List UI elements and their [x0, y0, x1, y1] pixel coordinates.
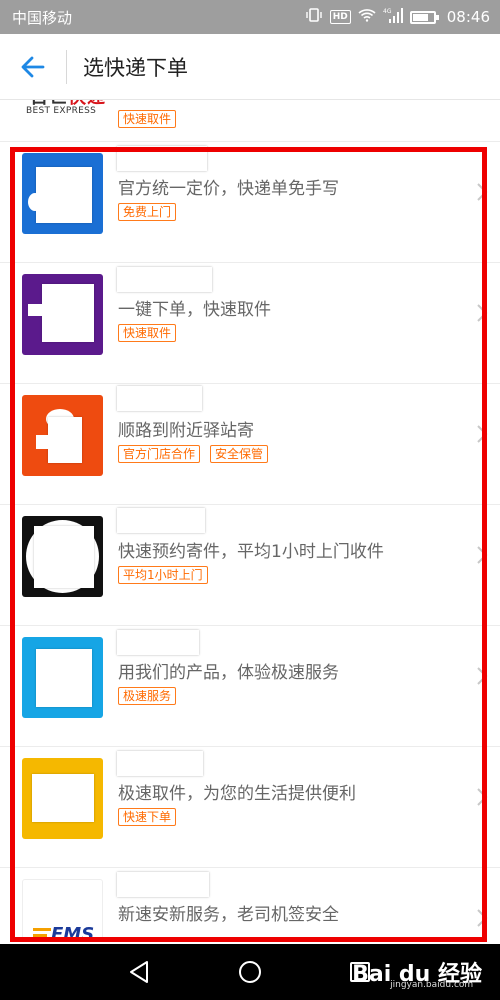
service-tag: 极速服务	[118, 687, 177, 705]
triangle-back-icon[interactable]	[126, 958, 154, 986]
list-item[interactable]: 极速取件，为您的生活提供便利 快速下单	[0, 747, 500, 868]
tag-group: 快速取件	[118, 324, 177, 342]
item-desc: 顺路到附近驿站寄	[118, 421, 254, 441]
courier-logo	[22, 758, 103, 839]
list-item[interactable]: 快速预约寄件，平均1小时上门收件 平均1小时上门	[0, 505, 500, 626]
tag-group: 极速服务	[118, 687, 177, 705]
name-redacted	[117, 630, 199, 655]
tag-group: 快速取件	[118, 110, 177, 128]
courier-logo	[22, 274, 103, 355]
list-item[interactable]: 顺路到附近驿站寄 官方门店合作 安全保管	[0, 384, 500, 505]
courier-logo	[22, 395, 103, 476]
ems-logo-text: EMS	[51, 924, 95, 942]
chevron-right-icon	[477, 183, 488, 201]
name-redacted	[117, 751, 203, 776]
clock: 08:46	[446, 8, 490, 26]
service-tag: 免费上门	[118, 203, 177, 221]
courier-logo	[22, 153, 103, 234]
item-desc: 官方统一定价，快递单免手写	[118, 179, 339, 199]
tag-group: 平均1小时上门	[118, 566, 208, 584]
name-redacted	[117, 146, 207, 171]
status-icons: HD 4G 08:46	[305, 7, 490, 27]
item-desc: 一键下单，快速取件	[118, 300, 271, 320]
status-bar: 中国移动 HD 4G 08:46	[0, 0, 500, 34]
battery-icon	[409, 10, 439, 24]
item-desc: 快速预约寄件，平均1小时上门收件	[118, 542, 384, 562]
arrow-left-icon	[21, 56, 45, 77]
item-desc: 用我们的产品，体验极速服务	[118, 663, 339, 683]
ems-logo: EMS	[22, 879, 103, 942]
service-tag: 官方门店合作	[118, 445, 201, 463]
signal-icon: 4G	[383, 7, 403, 27]
item-desc: 极速取件，为您的生活提供便利	[118, 784, 356, 804]
name-redacted	[117, 508, 205, 533]
item-desc: 新速安新服务，老司机签安全	[118, 905, 339, 925]
svg-text:4G: 4G	[383, 8, 392, 15]
courier-logo	[22, 516, 103, 597]
chevron-right-icon	[477, 425, 488, 443]
wifi-icon	[358, 8, 376, 26]
chevron-right-icon	[477, 546, 488, 564]
service-tag: 安全保管	[210, 445, 269, 463]
list-item[interactable]: 官方统一定价，快递单免手写 免费上门	[0, 142, 500, 263]
list-item[interactable]: 百世快递 BEST EXPRESS 快速取件	[0, 100, 500, 142]
list-item[interactable]: 用我们的产品，体验极速服务 极速服务	[0, 626, 500, 747]
app-header: 选快递下单	[0, 34, 500, 100]
tag-group: 快速下单	[118, 808, 177, 826]
chevron-right-icon	[477, 667, 488, 685]
vibrate-icon	[305, 8, 323, 26]
best-express-logo: 百世快递 BEST EXPRESS	[22, 100, 105, 128]
name-redacted	[117, 267, 212, 292]
tag-group: 官方门店合作 安全保管	[118, 445, 269, 463]
service-tag: 快速取件	[118, 110, 177, 128]
name-redacted	[117, 872, 209, 897]
service-tag: 快速取件	[118, 324, 177, 342]
list-item[interactable]: 一键下单，快速取件 快速取件	[0, 263, 500, 384]
header-divider	[66, 49, 67, 84]
courier-list[interactable]: 百世快递 BEST EXPRESS 快速取件 官方统一定价，快递单免手写 免费上…	[0, 100, 500, 942]
service-tag: 快速下单	[118, 808, 177, 826]
list-item[interactable]: EMS 新速安新服务，老司机签安全	[0, 868, 500, 942]
chevron-right-icon	[477, 909, 488, 927]
hd-badge: HD	[329, 10, 351, 24]
baidu-watermark: Bai du 经验 jingyan.baidu.com	[352, 956, 482, 990]
name-redacted	[117, 386, 202, 411]
carrier-label: 中国移动	[12, 8, 73, 27]
tag-group: 免费上门	[118, 203, 177, 221]
watermark-sub: jingyan.baidu.com	[390, 980, 474, 990]
chevron-right-icon	[477, 788, 488, 806]
chevron-right-icon	[477, 304, 488, 322]
circle-home-icon[interactable]	[236, 958, 264, 986]
logo-text-en: BEST EXPRESS	[26, 106, 97, 116]
page-title: 选快递下单	[83, 55, 188, 80]
back-button[interactable]	[0, 34, 66, 100]
screen: 中国移动 HD 4G 08:46 选快递下单 BEST EXPRESS 快速取件…	[0, 0, 500, 1000]
courier-logo	[22, 637, 103, 718]
service-tag: 平均1小时上门	[118, 566, 208, 584]
navigation-bar: Bai du 经验 jingyan.baidu.com	[0, 944, 500, 1000]
